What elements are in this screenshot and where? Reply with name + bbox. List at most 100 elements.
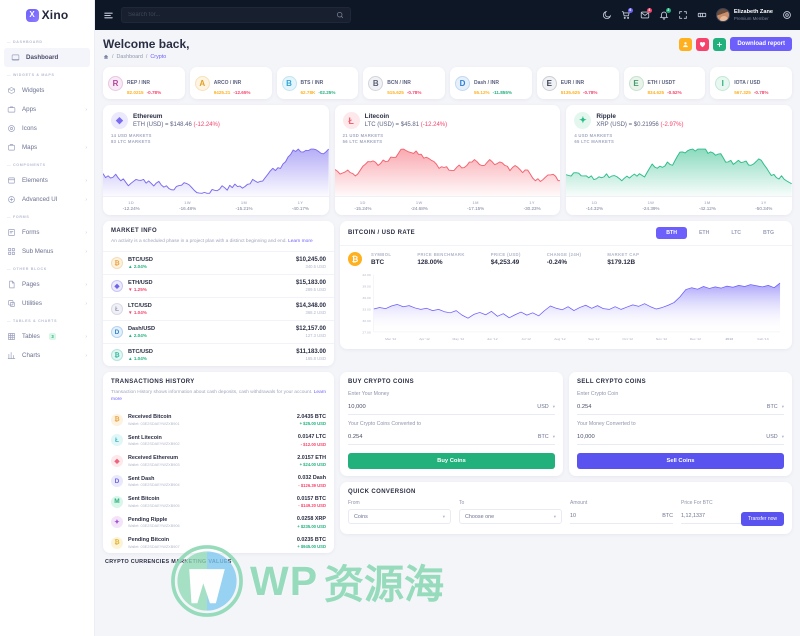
btc-tab-bth[interactable]: BTH bbox=[656, 227, 687, 239]
sidebar-item-elements[interactable]: Elements› bbox=[0, 171, 94, 190]
sidebar-item-sub-menus[interactable]: Sub Menus› bbox=[0, 242, 94, 261]
market-info-row[interactable]: DDash/USD▲ 2.04%$12,157.00127.3 USD bbox=[103, 320, 334, 343]
plus-action-button[interactable] bbox=[713, 38, 726, 51]
svg-text:30.00: 30.00 bbox=[362, 319, 371, 323]
chevron-right-icon[interactable]: › bbox=[85, 230, 87, 236]
chevron-right-icon[interactable]: › bbox=[85, 282, 87, 288]
ticker-card[interactable]: BBTS / INR62.78K-02.25% bbox=[277, 67, 359, 99]
sidebar: X Xino DASHBOARDDashboardWIDGETS & MAPSW… bbox=[0, 0, 95, 636]
chevron-down-icon[interactable]: ▾ bbox=[554, 514, 556, 520]
transfer-now-button[interactable]: Transfer now bbox=[741, 512, 784, 526]
chevron-right-icon[interactable]: › bbox=[85, 145, 87, 151]
chevron-right-icon[interactable]: › bbox=[85, 353, 87, 359]
sell-coin-input[interactable] bbox=[577, 404, 767, 410]
market-info-row[interactable]: ₿BTC/USD▲ 2.04%$10,245.00340.5 USD bbox=[103, 251, 334, 274]
sidebar-item-utilities[interactable]: Utilities› bbox=[0, 294, 94, 313]
mail-icon[interactable]: 4 bbox=[640, 10, 650, 20]
quick-conversion-field: ToChoose one▾ bbox=[459, 500, 562, 524]
ticker-card[interactable]: RREP / INR82.0215-0.78% bbox=[103, 67, 185, 99]
btc-tab-eth[interactable]: ETH bbox=[689, 227, 719, 239]
ticker-card[interactable]: EEUR / INR5135.625-0.78% bbox=[537, 67, 619, 99]
sidebar-item-widgets[interactable]: Widgets bbox=[0, 81, 94, 100]
sidebar-item-pages[interactable]: Pages › bbox=[0, 275, 94, 294]
chevron-right-icon[interactable]: › bbox=[85, 107, 87, 113]
transaction-row[interactable]: DSent DashWallet: 03E2SDAEYWZXB9040.032 … bbox=[103, 471, 334, 492]
transaction-usd: - $126.39 USD bbox=[298, 483, 326, 488]
breadcrumb-item-dashboard[interactable]: Dashboard bbox=[117, 54, 143, 60]
fullscreen-icon[interactable] bbox=[678, 10, 688, 20]
chevron-down-icon[interactable]: ▾ bbox=[782, 434, 784, 440]
buy-converted-input[interactable] bbox=[348, 434, 538, 440]
heart-action-button[interactable] bbox=[696, 38, 709, 51]
sell-field1[interactable]: BTC ▾ bbox=[577, 400, 784, 415]
chevron-down-icon[interactable]: ▾ bbox=[553, 434, 555, 440]
search-input[interactable] bbox=[128, 12, 336, 18]
transaction-row[interactable]: ◆Received EthereumWallet: 03E2SDAEYWZXB9… bbox=[103, 451, 334, 472]
sidebar-item-charts[interactable]: Charts› bbox=[0, 346, 94, 365]
sidebar-item-advanced-ui[interactable]: Advanced UI› bbox=[0, 190, 94, 209]
hamburger-menu-icon[interactable] bbox=[103, 10, 114, 21]
gear-icon[interactable] bbox=[782, 10, 792, 20]
home-icon[interactable] bbox=[103, 54, 109, 60]
quick-conversion-input[interactable]: 10BTC bbox=[570, 509, 673, 524]
quick-conversion-input[interactable]: Coins▾ bbox=[348, 509, 451, 524]
search-box[interactable] bbox=[121, 7, 351, 23]
grid-icon[interactable] bbox=[697, 10, 707, 20]
market-info-row[interactable]: ₿BTC/USD▲ 1.04%$11,183.00165.8 USD bbox=[103, 343, 334, 366]
sell-field1-unit[interactable]: BTC ▾ bbox=[767, 404, 784, 410]
transaction-row[interactable]: ₿Received BitcoinWallet: 03E2SDAEYWZXB90… bbox=[103, 410, 334, 431]
bell-icon[interactable]: 2 bbox=[659, 10, 669, 20]
transaction-row[interactable]: ŁSent LitecoinWallet: 03E2SDAEYWZXB9020.… bbox=[103, 430, 334, 451]
sidebar-item-forms[interactable]: Forms› bbox=[0, 223, 94, 242]
sidebar-item-icons[interactable]: Icons bbox=[0, 119, 94, 138]
market-info-row[interactable]: ŁLTC/USD▼ 1.04%$14,348.00368.2 USD bbox=[103, 297, 334, 320]
btc-rate-chart: 27.0030.0033.0036.0039.0042.00Mar '12Apr… bbox=[340, 271, 792, 349]
ticker-card[interactable]: BBCN / INR515.625-0.78% bbox=[363, 67, 445, 99]
ticker-card[interactable]: IIOTA / USD567.325-0.78% bbox=[710, 67, 792, 99]
market-info-learn-more-link[interactable]: Learn more bbox=[288, 239, 313, 244]
chevron-right-icon[interactable]: › bbox=[85, 197, 87, 203]
transaction-row[interactable]: ✦Pending RippleWallet: 03E2SDAEYWZXB9060… bbox=[103, 512, 334, 533]
sell-coins-button[interactable]: Sell Coins bbox=[577, 453, 784, 469]
download-report-button[interactable]: Download report bbox=[730, 37, 792, 51]
buy-coins-button[interactable]: Buy Coins bbox=[348, 453, 555, 469]
buy-field1[interactable]: USD ▾ bbox=[348, 400, 555, 415]
sell-field2[interactable]: USD ▾ bbox=[577, 430, 784, 445]
buy-field1-unit[interactable]: USD ▾ bbox=[537, 404, 555, 410]
chevron-down-icon[interactable]: ▾ bbox=[443, 514, 445, 520]
breadcrumb-sep: / bbox=[112, 54, 114, 60]
buy-field2[interactable]: BTC ▾ bbox=[348, 430, 555, 445]
chevron-right-icon[interactable]: › bbox=[85, 249, 87, 255]
sell-converted-input[interactable] bbox=[577, 434, 766, 440]
transaction-row[interactable]: ₿Pending BitcoinWallet: 03E2SDAEYWZXB907… bbox=[103, 533, 334, 554]
sidebar-item-dashboard[interactable]: Dashboard bbox=[4, 48, 90, 67]
chevron-down-icon[interactable]: ▾ bbox=[553, 404, 555, 410]
ticker-card[interactable]: EETH / USDT834.625-0.52% bbox=[624, 67, 706, 99]
transaction-row[interactable]: MSent BitcoinWallet: 03E2SDAEYWZXB9050.0… bbox=[103, 492, 334, 513]
search-icon[interactable] bbox=[336, 11, 344, 19]
market-info-row[interactable]: ◆ETH/USD▼ 1.25%$15,183.00289.5 USD bbox=[103, 274, 334, 297]
chevron-down-icon[interactable]: ▾ bbox=[782, 404, 784, 410]
sidebar-item-maps[interactable]: Maps› bbox=[0, 138, 94, 157]
chevron-right-icon[interactable]: › bbox=[85, 178, 87, 184]
sidebar-item-label: Pages bbox=[22, 281, 40, 288]
buy-money-input[interactable] bbox=[348, 404, 537, 410]
brand-logo[interactable]: X Xino bbox=[0, 0, 94, 30]
chevron-right-icon[interactable]: › bbox=[85, 334, 87, 340]
buy-field2-unit[interactable]: BTC ▾ bbox=[538, 434, 555, 440]
moon-icon[interactable] bbox=[602, 10, 612, 20]
flag-icon[interactable] bbox=[583, 10, 593, 20]
user-profile[interactable]: Elizabeth Zane Premium Member bbox=[716, 8, 773, 22]
user-action-button[interactable] bbox=[679, 38, 692, 51]
quick-conversion-input[interactable]: Choose one▾ bbox=[459, 509, 562, 524]
btc-tab-ltc[interactable]: LTC bbox=[721, 227, 751, 239]
btc-tab-btg[interactable]: BTG bbox=[753, 227, 784, 239]
ticker-card[interactable]: DDash / INR55.12%-11.855% bbox=[450, 67, 532, 99]
btc-stat-label: PRICE BENCHMARK bbox=[417, 252, 464, 257]
sidebar-item-apps[interactable]: Apps› bbox=[0, 100, 94, 119]
cart-icon[interactable]: 6 bbox=[621, 10, 631, 20]
ticker-card[interactable]: AARCO / INR9425.21-12.65% bbox=[190, 67, 272, 99]
sidebar-item-tables[interactable]: Tables3› bbox=[0, 327, 94, 346]
chevron-right-icon[interactable]: › bbox=[85, 301, 87, 307]
sell-field2-unit[interactable]: USD ▾ bbox=[766, 434, 784, 440]
